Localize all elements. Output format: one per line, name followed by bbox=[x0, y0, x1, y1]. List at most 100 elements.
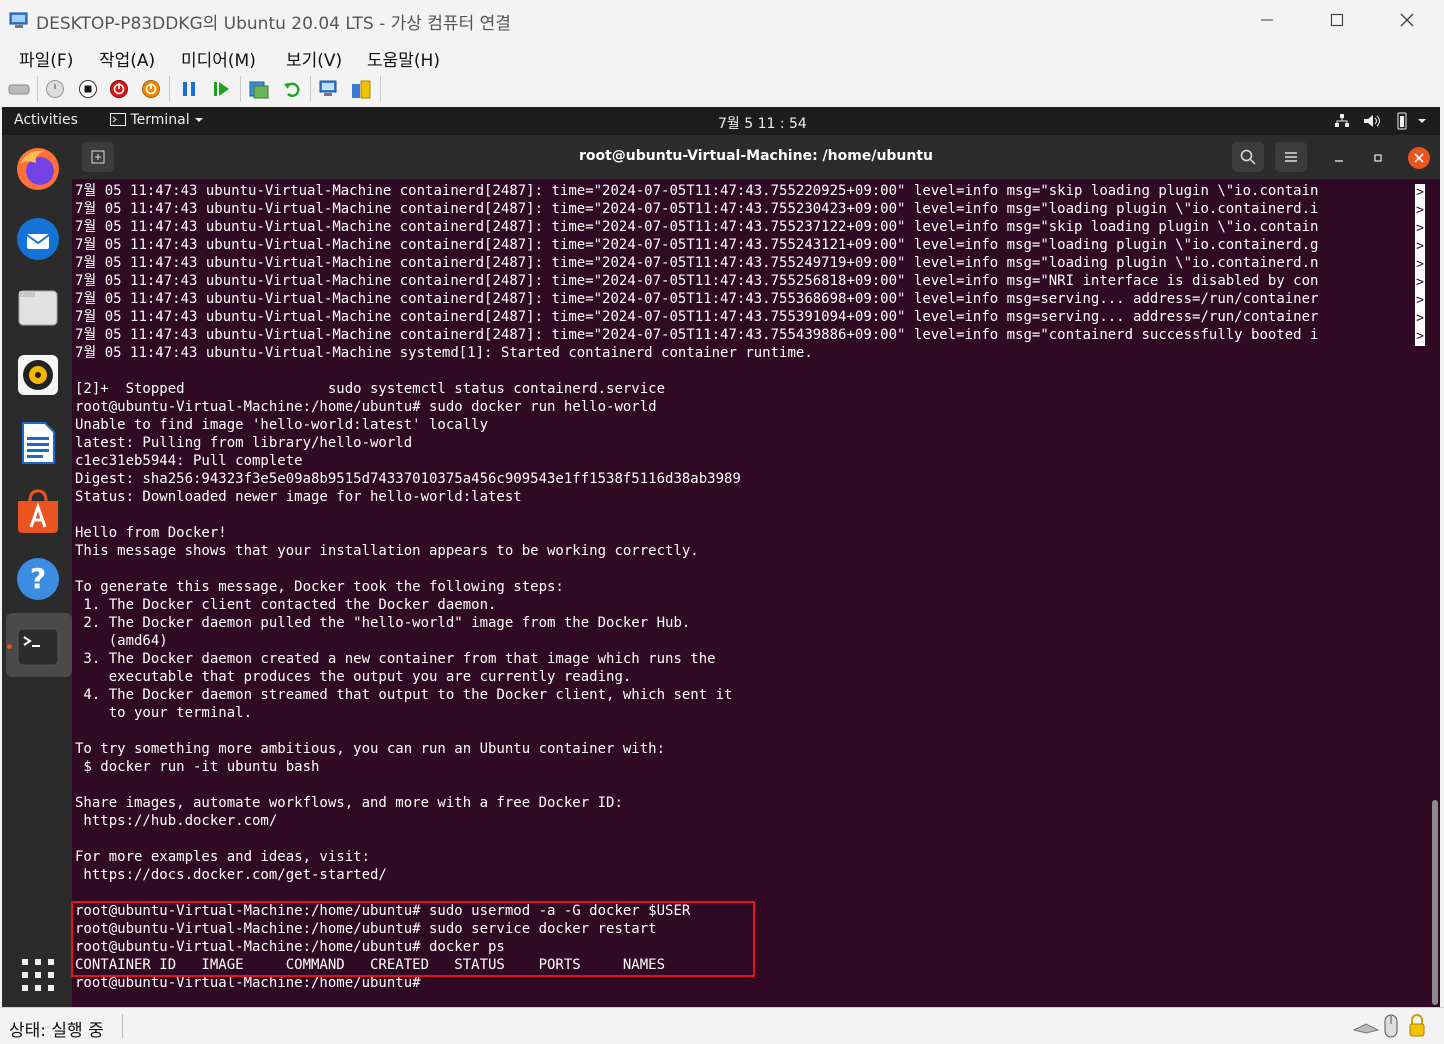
ubuntu-dock: ? bbox=[2, 135, 72, 1007]
start-icon[interactable] bbox=[44, 78, 66, 100]
software-icon[interactable] bbox=[14, 487, 62, 535]
window-title: DESKTOP-P83DDKG의 Ubuntu 20.04 LTS - 가상 컴… bbox=[36, 14, 511, 34]
output-line-25: https://hub.docker.com/ bbox=[75, 813, 278, 829]
output-line-20 bbox=[75, 722, 1425, 740]
output-line-28: https://docs.docker.com/get-started/ bbox=[75, 867, 387, 883]
terminal-maximize-icon[interactable] bbox=[1368, 148, 1388, 168]
annotation-highlight-box bbox=[71, 901, 755, 977]
power-save-icon[interactable] bbox=[140, 78, 162, 100]
log-line-7: 7월 05 11:47:43 ubuntu-Virtual-Machine co… bbox=[75, 309, 1319, 325]
writer-icon[interactable] bbox=[14, 419, 62, 467]
gnome-top-bar: Activities Terminal 7월 5 11 : 54 bbox=[2, 107, 1440, 135]
pause-icon[interactable] bbox=[178, 78, 200, 100]
output-line-27: For more examples and ideas, visit: bbox=[75, 849, 371, 865]
volume-icon[interactable] bbox=[1363, 113, 1381, 129]
menu-action[interactable]: 작업(A) bbox=[99, 46, 155, 71]
line-overflow-markers: > > > > > > > > > bbox=[1415, 184, 1425, 346]
toolbar-separator bbox=[37, 76, 38, 102]
output-line-7: Status: Downloaded newer image for hello… bbox=[75, 489, 522, 505]
resume-icon[interactable] bbox=[210, 78, 232, 100]
output-line-13: 1. The Docker client contacted the Docke… bbox=[75, 597, 497, 613]
log-line-5: 7월 05 11:47:43 ubuntu-Virtual-Machine co… bbox=[75, 273, 1319, 289]
output-line-11 bbox=[75, 560, 1425, 578]
log-line-9: 7월 05 11:47:43 ubuntu-Virtual-Machine sy… bbox=[75, 345, 813, 361]
output-line-5: c1ec31eb5944: Pull complete bbox=[75, 453, 303, 469]
terminal-close-icon[interactable] bbox=[1408, 147, 1430, 169]
toolbar-separator bbox=[380, 76, 381, 102]
menu-file[interactable]: 파일(F) bbox=[19, 46, 73, 71]
clock[interactable]: 7월 5 11 : 54 bbox=[718, 113, 807, 133]
output-line-18: 4. The Docker daemon streamed that outpu… bbox=[75, 687, 733, 703]
overflow-marker-8: > bbox=[1415, 328, 1425, 346]
vm-connection-icon bbox=[9, 12, 28, 28]
output-line-22: $ docker run -it ubuntu bash bbox=[75, 759, 320, 775]
output-line-6: Digest: sha256:94323f3e5e09a8b9515d74337… bbox=[75, 471, 741, 487]
svg-text:?: ? bbox=[30, 562, 46, 595]
log-line-0: 7월 05 11:47:43 ubuntu-Virtual-Machine co… bbox=[75, 183, 1319, 199]
menu-help[interactable]: 도움말(H) bbox=[367, 46, 440, 71]
overflow-marker-0: > bbox=[1415, 184, 1425, 202]
log-line-8: 7월 05 11:47:43 ubuntu-Virtual-Machine co… bbox=[75, 327, 1319, 343]
ctrl-alt-del-icon[interactable] bbox=[8, 78, 30, 100]
help-icon[interactable]: ? bbox=[14, 555, 62, 603]
log-line-4: 7월 05 11:47:43 ubuntu-Virtual-Machine co… bbox=[75, 255, 1319, 271]
hamburger-icon bbox=[1285, 152, 1297, 162]
battery-icon[interactable] bbox=[1393, 112, 1411, 130]
files-icon[interactable] bbox=[14, 283, 62, 331]
log-line-2: 7월 05 11:47:43 ubuntu-Virtual-Machine co… bbox=[75, 219, 1319, 235]
close-icon[interactable] bbox=[1372, 0, 1442, 40]
log-line-1: 7월 05 11:47:43 ubuntu-Virtual-Machine co… bbox=[75, 201, 1319, 217]
search-button[interactable] bbox=[1232, 142, 1264, 172]
share-icon[interactable] bbox=[350, 78, 372, 100]
activities-button[interactable]: Activities bbox=[14, 112, 78, 128]
menu-bar: 파일(F) 작업(A) 미디어(M) 보기(V) 도움말(H) bbox=[0, 40, 1444, 72]
system-menu-chevron-icon[interactable] bbox=[1417, 117, 1427, 125]
network-icon[interactable] bbox=[1334, 113, 1350, 129]
output-line-12: To generate this message, Docker took th… bbox=[75, 579, 564, 595]
terminal-output[interactable]: 7월 05 11:47:43 ubuntu-Virtual-Machine co… bbox=[75, 182, 1425, 1002]
terminal-small-icon bbox=[110, 113, 126, 126]
mouse-icon bbox=[1384, 1014, 1398, 1038]
output-line-26 bbox=[75, 830, 1425, 848]
maximize-icon[interactable] bbox=[1302, 0, 1372, 40]
log-line-3: 7월 05 11:47:43 ubuntu-Virtual-Machine co… bbox=[75, 237, 1319, 253]
enhanced-session-icon[interactable] bbox=[318, 78, 340, 100]
overflow-marker-4: > bbox=[1415, 256, 1425, 274]
output-line-24: Share images, automate workflows, and mo… bbox=[75, 795, 623, 811]
lock-icon bbox=[1409, 1014, 1425, 1037]
menu-media[interactable]: 미디어(M) bbox=[181, 46, 256, 71]
output-line-2: root@ubuntu-Virtual-Machine:/home/ubuntu… bbox=[75, 399, 657, 415]
overflow-marker-2: > bbox=[1415, 220, 1425, 238]
terminal-icon[interactable] bbox=[14, 623, 62, 671]
hamburger-menu-button[interactable] bbox=[1275, 142, 1307, 172]
search-icon bbox=[1240, 149, 1256, 165]
show-apps-icon[interactable] bbox=[14, 951, 62, 999]
shutdown-icon[interactable] bbox=[108, 78, 130, 100]
output-line-1: [2]+ Stopped sudo systemctl status conta… bbox=[75, 381, 666, 397]
log-line-6: 7월 05 11:47:43 ubuntu-Virtual-Machine co… bbox=[75, 291, 1319, 307]
vm-toolbar bbox=[0, 72, 1444, 106]
overflow-marker-6: > bbox=[1415, 292, 1425, 310]
checkpoint-icon[interactable] bbox=[248, 78, 270, 100]
thunderbird-icon[interactable] bbox=[14, 215, 62, 263]
scrollbar[interactable] bbox=[1432, 800, 1438, 1005]
output-line-23 bbox=[75, 776, 1425, 794]
output-line-29 bbox=[75, 884, 1425, 902]
terminal-window[interactable]: root@ubuntu-Virtual-Machine: /home/ubunt… bbox=[72, 135, 1440, 1007]
terminal-minimize-icon[interactable] bbox=[1329, 148, 1349, 168]
turn-off-icon[interactable] bbox=[77, 78, 99, 100]
status-bar: 상태: 실행 중 bbox=[0, 1007, 1444, 1044]
app-menu-terminal[interactable]: Terminal bbox=[110, 112, 204, 128]
menu-view[interactable]: 보기(V) bbox=[286, 46, 342, 71]
app-menu-label: Terminal bbox=[130, 112, 190, 128]
output-line-8 bbox=[75, 506, 1425, 524]
minimize-icon[interactable] bbox=[1232, 0, 1302, 40]
revert-icon[interactable] bbox=[281, 78, 303, 100]
output-line-15: (amd64) bbox=[75, 633, 168, 649]
rhythmbox-icon[interactable] bbox=[14, 351, 62, 399]
toolbar-separator bbox=[310, 76, 311, 102]
overflow-marker-1: > bbox=[1415, 202, 1425, 220]
keyboard-icon bbox=[1353, 1023, 1379, 1034]
firefox-icon[interactable] bbox=[14, 145, 62, 193]
running-indicator bbox=[7, 644, 12, 649]
